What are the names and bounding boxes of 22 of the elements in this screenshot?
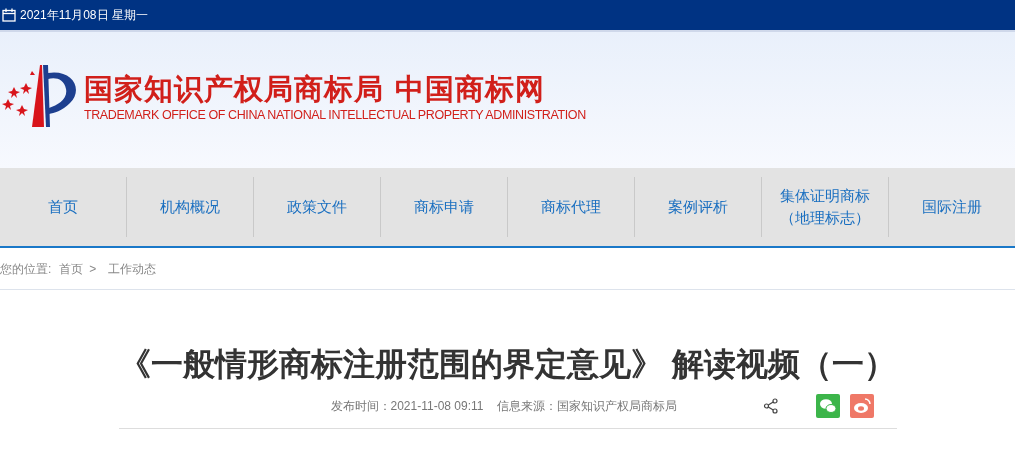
- info-source: 信息来源：国家知识产权局商标局: [497, 398, 678, 415]
- nav-link[interactable]: 案例评析: [668, 196, 728, 218]
- nav-link[interactable]: 机构概况: [160, 196, 220, 218]
- breadcrumb-link[interactable]: 首页: [59, 259, 84, 278]
- breadcrumb-link[interactable]: 工作动态: [108, 259, 157, 278]
- breadcrumb-label: 您的位置:: [0, 260, 52, 278]
- site-subtitle: TRADEMARK OFFICE OF CHINA NATIONAL INTELLECTUAL PROPERTY ADMINISTRATION: [84, 107, 586, 123]
- site-title: 国家知识产权局商标局 中国商标网: [84, 71, 547, 107]
- date-text: 2021年11月08日 星期一: [20, 7, 148, 24]
- calendar-icon: [2, 8, 16, 22]
- share-icon[interactable]: [763, 398, 780, 414]
- breadcrumb-separator: >: [89, 260, 97, 278]
- publish-time: 发布时间：2021-11-08 09:11: [330, 398, 484, 415]
- article-title: 《一般情形商标注册范围的界定意见》 解读视频（一）: [119, 345, 896, 384]
- nav-link[interactable]: 首页: [48, 196, 78, 218]
- nav-link[interactable]: 政策文件: [287, 196, 347, 218]
- nav-link[interactable]: 集体证明商标（地理标志）: [779, 185, 871, 229]
- chat-share-icon[interactable]: [816, 394, 841, 418]
- nav-link[interactable]: 商标申请: [414, 196, 474, 218]
- nav-link[interactable]: 商标代理: [541, 196, 601, 218]
- weibo-share-icon[interactable]: [850, 394, 875, 418]
- nav-link[interactable]: 国际注册: [922, 196, 982, 218]
